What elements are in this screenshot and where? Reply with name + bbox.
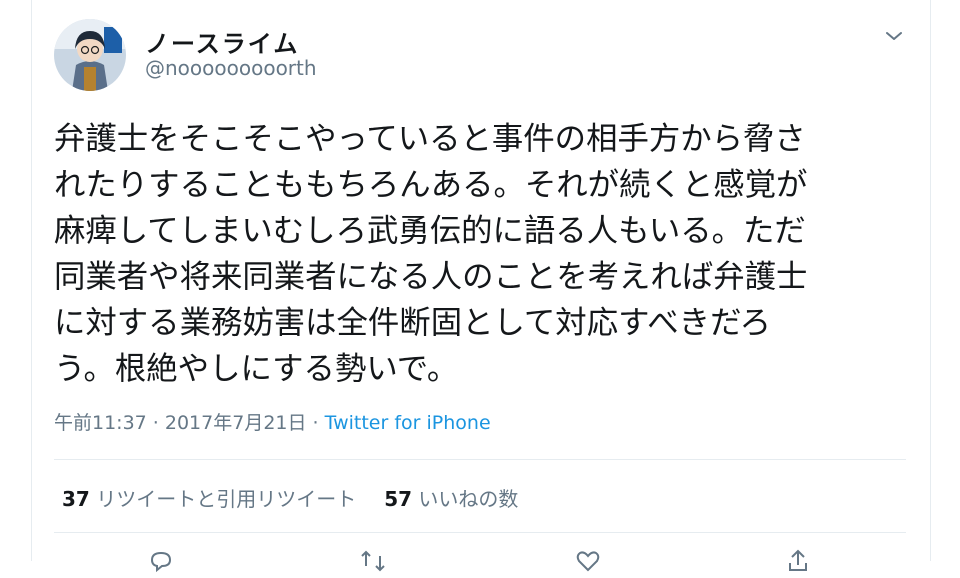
reply-icon[interactable]	[148, 548, 174, 574]
share-icon[interactable]	[785, 548, 811, 574]
tweet-timestamp[interactable]: 午前11:37 · 2017年7月21日 ·	[54, 412, 325, 434]
likes-stat[interactable]: 57 いいねの数	[384, 487, 518, 511]
retweets-count: 37	[62, 487, 90, 511]
divider	[54, 459, 906, 460]
avatar[interactable]	[54, 19, 126, 91]
retweet-icon[interactable]	[360, 548, 386, 574]
chevron-down-icon[interactable]	[882, 26, 906, 46]
tweet-meta: 午前11:37 · 2017年7月21日 · Twitter for iPhon…	[54, 408, 491, 435]
retweets-stat[interactable]: 37 リツイートと引用リツイート	[62, 487, 356, 511]
retweets-label: リツイートと引用リツイート	[96, 487, 357, 511]
heart-icon[interactable]	[575, 548, 601, 574]
divider	[54, 532, 906, 533]
tweet-text: 弁護士をそこそこやっていると事件の相手方から脅さ れたりすることももちろんある。…	[54, 121, 808, 387]
tweet-source-link[interactable]: Twitter for iPhone	[325, 412, 491, 434]
likes-count: 57	[384, 487, 413, 511]
display-name[interactable]: ノースライム	[145, 24, 299, 59]
tweet-stats: 37 リツイートと引用リツイート 57 いいねの数	[62, 483, 518, 512]
likes-label: いいねの数	[418, 487, 519, 511]
user-handle[interactable]: @nooooooooorth	[145, 56, 317, 80]
